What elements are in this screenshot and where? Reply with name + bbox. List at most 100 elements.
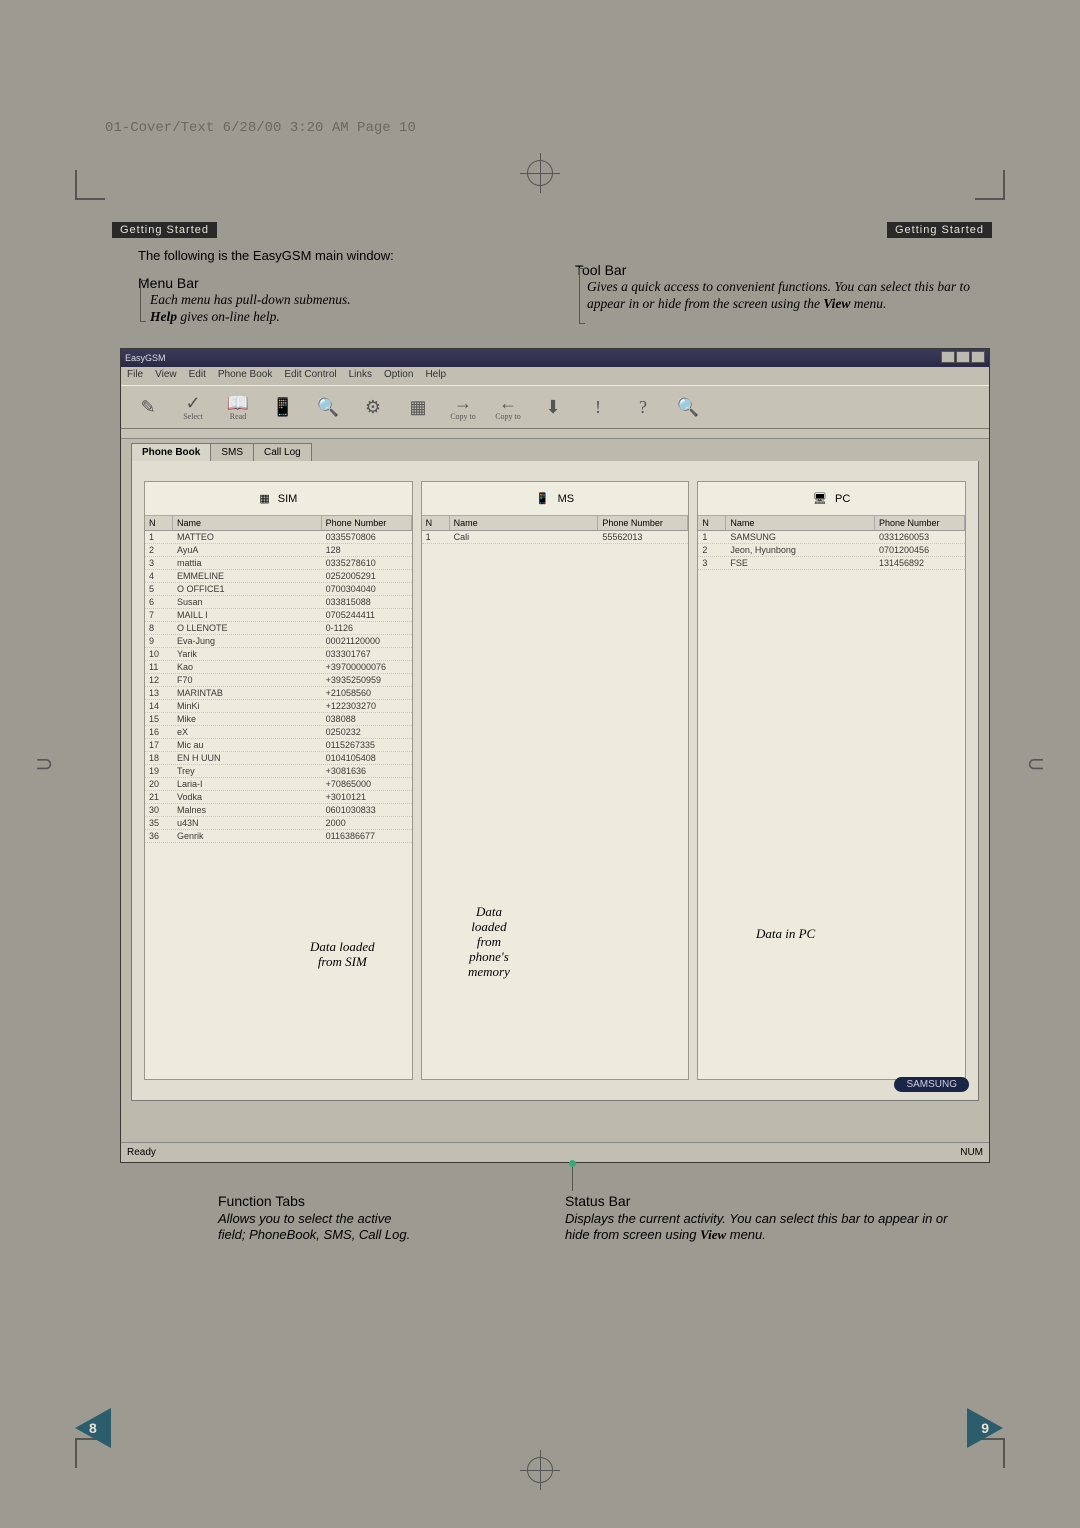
- table-row[interactable]: 15Mike038088: [145, 713, 412, 726]
- table-row[interactable]: 10Yarik033301767: [145, 648, 412, 661]
- toolbar-button[interactable]: 📖Read: [217, 389, 259, 425]
- column-sim: ▦SIM N Name Phone Number 1MATTEO03355708…: [144, 481, 413, 1080]
- text: Each menu has pull-down submenus.: [150, 292, 351, 307]
- text: menu.: [850, 296, 886, 311]
- column-title: SIM: [278, 493, 298, 505]
- toolbar-button[interactable]: ←Copy to: [487, 389, 529, 425]
- table-row[interactable]: 1Cali55562013: [422, 531, 689, 544]
- page-num: 8: [89, 1420, 97, 1436]
- table-row[interactable]: 11Kao+39700000076: [145, 661, 412, 674]
- table-row[interactable]: 5O OFFICE10700304040: [145, 583, 412, 596]
- menu-item[interactable]: Links: [349, 369, 372, 383]
- toolbar-button[interactable]: 📱: [262, 389, 304, 425]
- table-row[interactable]: 7MAILL I0705244411: [145, 609, 412, 622]
- status-text: Ready: [127, 1147, 156, 1158]
- menubar[interactable]: File View Edit Phone Book Edit Control Links O…: [121, 367, 989, 385]
- toolbar-button[interactable]: 🔍: [307, 389, 349, 425]
- col-name: Name: [450, 516, 599, 530]
- table-row[interactable]: 12F70+3935250959: [145, 674, 412, 687]
- window-buttons[interactable]: [940, 351, 985, 365]
- toolbar-button[interactable]: ✎: [127, 389, 169, 425]
- tool-bar-desc: Gives a quick access to convenient funct…: [587, 279, 987, 313]
- menu-item[interactable]: File: [127, 369, 143, 383]
- toolbar-button[interactable]: ?: [622, 389, 664, 425]
- col-name: Name: [726, 516, 875, 530]
- table-row[interactable]: 1SAMSUNG0331260053: [698, 531, 965, 544]
- menu-item[interactable]: Phone Book: [218, 369, 273, 383]
- list-body[interactable]: 1MATTEO03355708062AyuA1283mattia03352786…: [145, 531, 412, 1079]
- phone-icon: 📱: [536, 492, 550, 505]
- table-row[interactable]: 6Susan033815088: [145, 596, 412, 609]
- toolbar-button[interactable]: →Copy to: [442, 389, 484, 425]
- callout-bracket: [579, 268, 585, 324]
- table-row[interactable]: 14MinKi+122303270: [145, 700, 412, 713]
- table-row[interactable]: 19Trey+3081636: [145, 765, 412, 778]
- table-row[interactable]: 36Genrik0116386677: [145, 830, 412, 843]
- table-row[interactable]: 2AyuA128: [145, 544, 412, 557]
- table-row[interactable]: 21Vodka+3010121: [145, 791, 412, 804]
- col-n: N: [145, 516, 173, 530]
- col-phone: Phone Number: [598, 516, 688, 530]
- table-row[interactable]: 3mattia0335278610: [145, 557, 412, 570]
- toolbar-button[interactable]: ⬇: [532, 389, 574, 425]
- text: gives on-line help.: [177, 309, 280, 324]
- table-row[interactable]: 9Eva-Jung00021120000: [145, 635, 412, 648]
- column-ms: 📱MS N Name Phone Number 1Cali55562013: [421, 481, 690, 1080]
- table-row[interactable]: 17Mic au0115267335: [145, 739, 412, 752]
- pc-icon: 🖥: [813, 492, 827, 505]
- table-row[interactable]: 3FSE131456892: [698, 557, 965, 570]
- col-name: Name: [173, 516, 322, 530]
- toolbar-button[interactable]: 🔍: [667, 389, 709, 425]
- menu-item[interactable]: Help: [425, 369, 446, 383]
- status-bar-callout: Status Bar Displays the current activity…: [565, 1193, 965, 1244]
- callout-line: [572, 1163, 573, 1191]
- menu-item[interactable]: Edit: [189, 369, 206, 383]
- toolbar[interactable]: ✎✓Select📖Read📱🔍⚙▦→Copy to←Copy to⬇!?🔍: [121, 385, 989, 429]
- table-row[interactable]: 13MARINTAB+21058560: [145, 687, 412, 700]
- desc: Displays the current activity. You can s…: [565, 1211, 965, 1244]
- list-body[interactable]: 1Cali55562013: [422, 531, 689, 1079]
- menu-item[interactable]: Edit Control: [284, 369, 336, 383]
- tab-sms[interactable]: SMS: [210, 443, 254, 461]
- table-row[interactable]: 16eX0250232: [145, 726, 412, 739]
- toolbar-button[interactable]: ⚙: [352, 389, 394, 425]
- column-pc: 🖥PC N Name Phone Number 1SAMSUNG03312600…: [697, 481, 966, 1080]
- caption-pc: Data in PC: [756, 927, 815, 942]
- workspace: ▦SIM N Name Phone Number 1MATTEO03355708…: [131, 461, 979, 1101]
- tab-phonebook[interactable]: Phone Book: [131, 443, 211, 461]
- heading: Function Tabs: [218, 1193, 410, 1209]
- text-bold: View: [823, 296, 850, 311]
- toolbar-button[interactable]: ✓Select: [172, 389, 214, 425]
- text-bold: Help: [150, 309, 177, 324]
- table-row[interactable]: 20Laria-I+70865000: [145, 778, 412, 791]
- table-row[interactable]: 1MATTEO0335570806: [145, 531, 412, 544]
- col-phone: Phone Number: [322, 516, 412, 530]
- menu-item[interactable]: View: [155, 369, 177, 383]
- desc: Allows you to select the active field; P…: [218, 1211, 410, 1244]
- crop-mark: [75, 170, 105, 200]
- menu-item[interactable]: Option: [384, 369, 413, 383]
- table-row[interactable]: 2Jeon, Hyunbong0701200456: [698, 544, 965, 557]
- table-row[interactable]: 4EMMELINE0252005291: [145, 570, 412, 583]
- titlebar: EasyGSM: [121, 349, 989, 367]
- table-row[interactable]: 8O LLENOTE0-1126: [145, 622, 412, 635]
- toolbar-button[interactable]: ▦: [397, 389, 439, 425]
- callout-bracket: [140, 280, 146, 322]
- app-window: EasyGSM File View Edit Phone Book Edit Contr…: [120, 348, 990, 1163]
- table-row[interactable]: 35u43N2000: [145, 817, 412, 830]
- menu-bar-heading: Menu Bar: [138, 275, 199, 291]
- function-tabs[interactable]: Phone Book SMS Call Log: [121, 439, 989, 461]
- table-row[interactable]: 30Malnes0601030833: [145, 804, 412, 817]
- caption-ms: Dataloadedfromphone'smemory: [468, 905, 510, 980]
- status-num: NUM: [960, 1147, 983, 1158]
- list-header: N Name Phone Number: [422, 516, 689, 531]
- toolbar-button[interactable]: !: [577, 389, 619, 425]
- list-header: N Name Phone Number: [145, 516, 412, 531]
- tab-calllog[interactable]: Call Log: [253, 443, 312, 461]
- column-title: PC: [835, 493, 850, 505]
- list-body[interactable]: 1SAMSUNG03312600532Jeon, Hyunbong0701200…: [698, 531, 965, 1079]
- feed-arc-icon: ⊃: [35, 751, 53, 777]
- table-row[interactable]: 18EN H UUN0104105408: [145, 752, 412, 765]
- page-number-left: 8: [75, 1408, 115, 1448]
- col-phone: Phone Number: [875, 516, 965, 530]
